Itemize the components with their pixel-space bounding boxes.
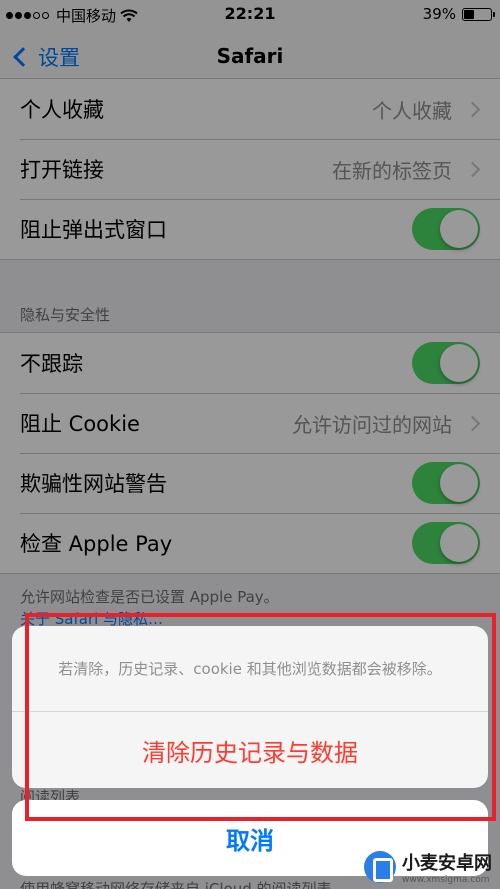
highlight-box bbox=[25, 613, 496, 821]
watermark-logo-icon bbox=[364, 851, 396, 883]
watermark-url: www.xmsigma.com bbox=[402, 875, 490, 885]
watermark-text: 小麦安卓网 www.xmsigma.com bbox=[402, 849, 492, 885]
watermark-name: 小麦安卓网 bbox=[402, 853, 492, 874]
watermark: 小麦安卓网 www.xmsigma.com bbox=[364, 849, 492, 885]
